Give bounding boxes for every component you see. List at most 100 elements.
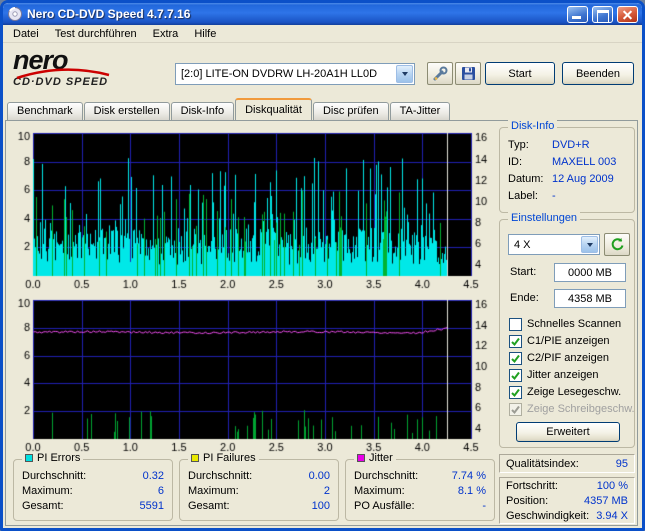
checkbox-label: Jitter anzeigen: [527, 369, 599, 381]
checkbox-schnelles-scannen[interactable]: Schnelles Scannen: [509, 316, 621, 332]
progress-panel: Fortschritt: 100 % Position: 4357 MB Gesch…: [499, 477, 635, 524]
pi-failures-group: PI Failures Durchschnitt: 0.00 Maximum: 2 …: [179, 452, 339, 521]
close-button[interactable]: [617, 5, 638, 23]
stat-value: 7.74 %: [451, 470, 486, 482]
pi-failures-group-title: PI Failures: [188, 452, 259, 464]
checkbox-zeige-lesegeschw[interactable]: Zeige Lesegeschw.: [509, 384, 621, 400]
stat-label: Maximum:: [22, 485, 73, 497]
speed-select-dropdown-button[interactable]: [581, 236, 598, 253]
checkbox-box[interactable]: [509, 385, 522, 399]
menu-extra[interactable]: Extra: [145, 26, 187, 42]
stat-label: Durchschnitt:: [188, 470, 253, 482]
stat-label: Durchschnitt:: [354, 470, 419, 482]
options-button[interactable]: [427, 62, 453, 85]
jitter-group-title: Jitter: [354, 452, 396, 464]
speed-select-value: 4 X: [514, 238, 531, 251]
window-title: Nero CD-DVD Speed 4.7.7.16: [27, 7, 191, 21]
pi-errors-group: PI Errors Durchschnitt: 0.32 Maximum: 6 Ge…: [13, 452, 173, 521]
maximize-button[interactable]: [592, 5, 613, 23]
drive-select-combobox[interactable]: [2:0] LITE-ON DVDRW LH-20A1H LL0D: [175, 63, 415, 85]
checkbox-label: C2/PIF anzeigen: [527, 352, 609, 364]
stat-value: -: [482, 500, 486, 512]
floppy-disk-icon: [461, 67, 475, 80]
tab-ta-jitter[interactable]: TA-Jitter: [389, 102, 451, 120]
stat-value: 100: [311, 500, 330, 512]
pi-failures-title-text: PI Failures: [203, 452, 256, 464]
checkbox-label: Schnelles Scannen: [527, 318, 622, 330]
stat-label: Gesamt:: [22, 500, 64, 512]
save-button[interactable]: [455, 62, 481, 85]
info-value: DVD+R: [552, 139, 590, 151]
app-window: Nero CD-DVD Speed 4.7.7.16 Datei Test du…: [0, 0, 645, 531]
stat-label: Maximum:: [188, 485, 239, 497]
tab-strip: Benchmark Disk erstellen Disk-Info Diskq…: [7, 98, 451, 120]
tab-disc-pruefen[interactable]: Disc prüfen: [312, 102, 389, 120]
stat-value: 2: [323, 485, 330, 497]
progress-value: 100 %: [596, 479, 628, 492]
tab-disk-erstellen[interactable]: Disk erstellen: [83, 102, 170, 120]
tab-benchmark[interactable]: Benchmark: [7, 102, 83, 120]
tab-diskqualitaet[interactable]: Diskqualität: [235, 98, 312, 120]
stat-value: 8.1 %: [457, 485, 486, 497]
settings-group: Einstellungen 4 X Start: Ende: Schnelles: [499, 212, 635, 448]
speed-label: Geschwindigkeit:: [506, 509, 590, 522]
speed-value: 3.94 X: [596, 509, 628, 522]
quality-index-panel: Qualitätsindex: 95: [499, 454, 635, 473]
quality-index-label: Qualitätsindex:: [506, 457, 579, 470]
checkbox-zeige-schreibgeschw[interactable]: Zeige Schreibgeschw.: [509, 401, 635, 417]
info-label: ID:: [508, 156, 523, 168]
exit-button[interactable]: Beenden: [562, 62, 634, 85]
start-position-field[interactable]: [554, 263, 626, 282]
checkbox-label: Zeige Schreibgeschw.: [527, 403, 635, 415]
refresh-button[interactable]: [604, 233, 630, 256]
checkbox-label: C1/PIE anzeigen: [527, 335, 610, 347]
stat-label: Gesamt:: [188, 500, 230, 512]
pi-errors-group-title: PI Errors: [22, 452, 84, 464]
position-value: 4357 MB: [583, 494, 628, 507]
chevron-down-icon: [401, 72, 408, 76]
advanced-button[interactable]: Erweitert: [516, 422, 620, 442]
tab-disk-info[interactable]: Disk-Info: [170, 102, 235, 120]
minimize-button[interactable]: [567, 5, 588, 23]
checkbox-box[interactable]: [509, 317, 522, 331]
app-disc-icon: [8, 7, 22, 21]
checkbox-c1-pie-anzeigen[interactable]: C1/PIE anzeigen: [509, 333, 610, 349]
disc-quality-tab-page: PI Errors Durchschnitt: 0.32 Maximum: 6 Ge…: [5, 120, 638, 526]
settings-group-title: Einstellungen: [508, 212, 581, 224]
menu-test-durchfuehren[interactable]: Test durchführen: [47, 26, 145, 42]
chevron-down-icon: [586, 242, 593, 247]
checkbox-label: Zeige Lesegeschw.: [527, 386, 622, 398]
info-label: Label:: [508, 190, 538, 202]
disk-info-group-title: Disk-Info: [508, 120, 558, 132]
menu-datei[interactable]: Datei: [5, 26, 47, 42]
info-value: MAXELL 003: [552, 156, 617, 168]
quality-index-value: 95: [615, 457, 628, 470]
drive-select-value: [2:0] LITE-ON DVDRW LH-20A1H LL0D: [181, 68, 378, 80]
stat-label: PO Ausfälle:: [354, 500, 415, 512]
stat-value: 0.00: [308, 470, 330, 482]
checkbox-box[interactable]: [509, 351, 522, 365]
checkbox-jitter-anzeigen[interactable]: Jitter anzeigen: [509, 367, 599, 383]
title-bar[interactable]: Nero CD-DVD Speed 4.7.7.16: [3, 3, 642, 25]
checkbox-box[interactable]: [509, 402, 522, 416]
info-value: 12 Aug 2009: [552, 173, 614, 185]
stat-label: Durchschnitt:: [22, 470, 87, 482]
position-label: Position:: [506, 494, 549, 507]
speed-select-combobox[interactable]: 4 X: [508, 234, 600, 255]
start-button[interactable]: Start: [485, 62, 555, 85]
checkbox-c2-pif-anzeigen[interactable]: C2/PIF anzeigen: [509, 350, 609, 366]
stat-value: 5591: [139, 500, 164, 512]
pi-errors-chart: [13, 127, 497, 291]
checkbox-box[interactable]: [509, 334, 522, 348]
drive-select-dropdown-button[interactable]: [396, 65, 413, 83]
menu-bar: Datei Test durchführen Extra Hilfe: [3, 25, 642, 43]
menu-hilfe[interactable]: Hilfe: [186, 26, 224, 42]
end-position-field[interactable]: [554, 289, 626, 308]
stat-value: 6: [157, 485, 164, 497]
pi-errors-title-text: PI Errors: [37, 452, 81, 464]
jitter-legend-swatch: [357, 454, 365, 462]
jitter-title-text: Jitter: [369, 452, 393, 464]
pi-failures-legend-swatch: [191, 454, 199, 462]
disk-info-group: Disk-Info Typ: DVD+R ID: MAXELL 003 Datum:…: [499, 120, 635, 213]
checkbox-box[interactable]: [509, 368, 522, 382]
